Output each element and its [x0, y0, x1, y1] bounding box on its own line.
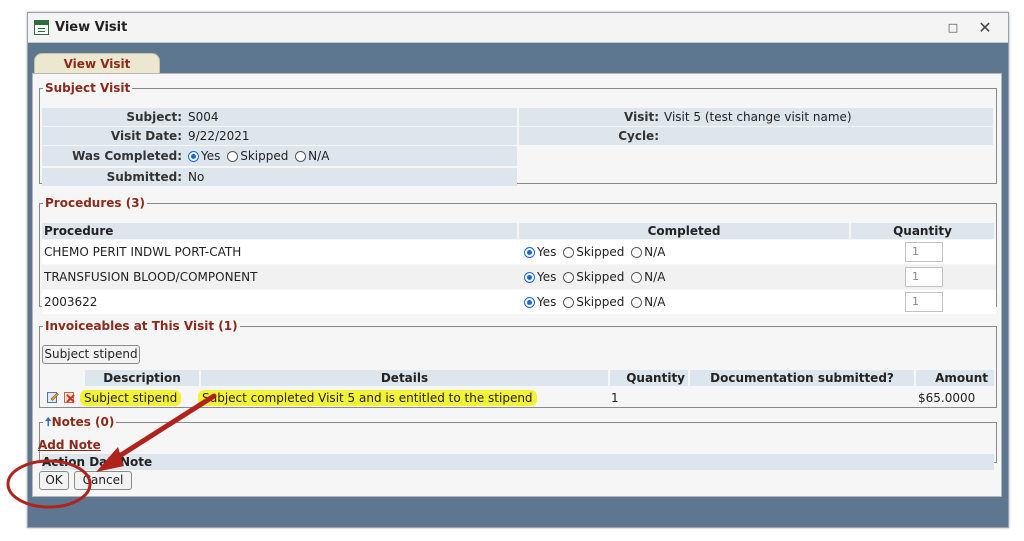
- cycle-label: Cycle:: [618, 129, 659, 143]
- notes-section: 🠅Notes (0) Add Note Action Date Note: [38, 416, 997, 470]
- quantity-field[interactable]: 1: [905, 292, 943, 312]
- completed-radio-group: Yes Skipped N/A: [524, 245, 668, 259]
- table-row: CHEMO PERIT INDWL PORT-CATH Yes Skipped …: [42, 240, 996, 264]
- tab-bar: View Visit: [28, 43, 1008, 74]
- subject-value: S004: [188, 110, 219, 124]
- close-icon[interactable]: ✕: [976, 19, 994, 37]
- procedures-table: Procedure Completed Quantity CHEMO PERIT…: [42, 223, 996, 318]
- delete-icon[interactable]: [64, 391, 76, 403]
- submitted-value: No: [188, 170, 205, 184]
- radio-skipped[interactable]: Skipped: [563, 270, 624, 284]
- procedure-name: TRANSFUSION BLOOD/COMPONENT: [44, 270, 258, 284]
- radio-yes[interactable]: Yes: [188, 149, 220, 163]
- radio-icon: [227, 151, 239, 162]
- radio-selected-icon: [188, 151, 199, 162]
- visit-date-label: Visit Date:: [110, 129, 182, 143]
- section-legend: Subject Visit: [45, 81, 131, 95]
- invoiceables-table: Description Details Quantity Documentati…: [42, 370, 996, 410]
- column-header-action-date: Action Date: [42, 455, 122, 469]
- subject-stipend-button[interactable]: Subject stipend: [42, 345, 140, 364]
- column-header-quantity: Quantity: [610, 370, 688, 386]
- tab-view-visit[interactable]: View Visit: [34, 53, 160, 74]
- column-header-amount: Amount: [916, 370, 994, 386]
- visit-label: Visit:: [624, 110, 659, 124]
- procedure-name: 2003622: [44, 295, 98, 309]
- radio-selected-icon: [524, 297, 535, 308]
- submitted-label: Submitted:: [106, 170, 182, 184]
- window-app-icon: [34, 20, 49, 35]
- add-note-link[interactable]: Add Note: [38, 438, 101, 452]
- radio-skipped[interactable]: Skipped: [227, 149, 288, 163]
- tab-panel: Subject Visit Subject: S004 Visit: Visit…: [32, 73, 1002, 497]
- radio-selected-icon: [524, 272, 535, 283]
- invoice-quantity: 1: [611, 391, 619, 405]
- radio-na[interactable]: N/A: [631, 245, 665, 259]
- procedure-name: CHEMO PERIT INDWL PORT-CATH: [44, 245, 242, 259]
- invoice-details: Subject completed Visit 5 and is entitle…: [198, 390, 537, 406]
- column-header-documentation: Documentation submitted?: [690, 370, 914, 386]
- radio-na[interactable]: N/A: [631, 270, 665, 284]
- view-visit-window: View Visit □ ✕ View Visit Subject Visit …: [27, 12, 1009, 528]
- radio-na[interactable]: N/A: [295, 149, 329, 163]
- radio-selected-icon: [524, 247, 535, 258]
- visit-value: Visit 5 (test change visit name): [664, 110, 852, 124]
- ok-button[interactable]: OK: [39, 471, 69, 490]
- column-header-procedure: Procedure: [42, 223, 517, 239]
- edit-icon[interactable]: [47, 391, 59, 403]
- column-header-completed: Completed: [519, 223, 849, 239]
- cycle-row: Cycle:: [519, 127, 993, 145]
- column-header-quantity: Quantity: [851, 223, 994, 239]
- maximize-icon[interactable]: □: [944, 19, 962, 37]
- section-legend: Invoiceables at This Visit (1): [45, 319, 238, 333]
- submitted-row: Submitted: No: [42, 168, 517, 186]
- table-row: TRANSFUSION BLOOD/COMPONENT Yes Skipped …: [42, 265, 996, 289]
- was-completed-radio-group: Yes Skipped N/A: [188, 149, 332, 163]
- column-header-details: Details: [201, 370, 608, 386]
- notes-header-row: Action Date Note: [42, 454, 994, 470]
- radio-icon: [563, 272, 575, 283]
- invoiceables-section: Invoiceables at This Visit (1) Subject s…: [39, 320, 997, 408]
- radio-icon: [631, 297, 643, 308]
- quantity-field[interactable]: 1: [905, 242, 943, 262]
- radio-yes[interactable]: Yes: [524, 270, 556, 284]
- invoice-amount: $65.0000: [918, 391, 976, 405]
- table-row: Subject stipend Subject completed Visit …: [42, 388, 996, 408]
- subject-label: Subject:: [126, 110, 182, 124]
- subject-visit-section: Subject Visit Subject: S004 Visit: Visit…: [39, 81, 997, 186]
- title-bar: View Visit □ ✕: [28, 13, 1008, 43]
- table-row: 2003622 Yes Skipped N/A 1: [42, 290, 996, 314]
- radio-skipped[interactable]: Skipped: [563, 245, 624, 259]
- was-completed-row: Was Completed: Yes Skipped N/A: [42, 146, 517, 166]
- procedures-section: Procedures (3) Procedure Completed Quant…: [39, 196, 997, 314]
- section-legend: Procedures (3): [45, 196, 146, 210]
- completed-radio-group: Yes Skipped N/A: [524, 295, 668, 309]
- invoice-description: Subject stipend: [80, 390, 182, 406]
- radio-icon: [631, 247, 643, 258]
- radio-icon: [295, 151, 307, 162]
- visit-date-value: 9/22/2021: [188, 129, 250, 143]
- radio-na[interactable]: N/A: [631, 295, 665, 309]
- column-header-description: Description: [85, 370, 199, 386]
- cancel-button[interactable]: Cancel: [74, 471, 132, 490]
- column-header-note: Note: [120, 455, 153, 469]
- radio-icon: [563, 247, 575, 258]
- quantity-field[interactable]: 1: [905, 267, 943, 287]
- radio-skipped[interactable]: Skipped: [563, 295, 624, 309]
- window-title: View Visit: [55, 20, 128, 35]
- visit-date-row: Visit Date: 9/22/2021: [42, 127, 517, 145]
- radio-yes[interactable]: Yes: [524, 245, 556, 259]
- was-completed-label: Was Completed:: [72, 149, 182, 163]
- radio-icon: [563, 297, 575, 308]
- notes-legend-text: Notes (0): [51, 415, 115, 429]
- radio-yes[interactable]: Yes: [524, 295, 556, 309]
- radio-icon: [631, 272, 643, 283]
- subject-row: Subject: S004: [42, 108, 517, 126]
- notes-table: Action Date Note: [42, 454, 996, 471]
- collapse-arrow-icon[interactable]: 🠅: [45, 415, 52, 429]
- completed-radio-group: Yes Skipped N/A: [524, 270, 668, 284]
- visit-row: Visit: Visit 5 (test change visit name): [519, 108, 993, 126]
- section-legend: 🠅Notes (0): [43, 416, 116, 428]
